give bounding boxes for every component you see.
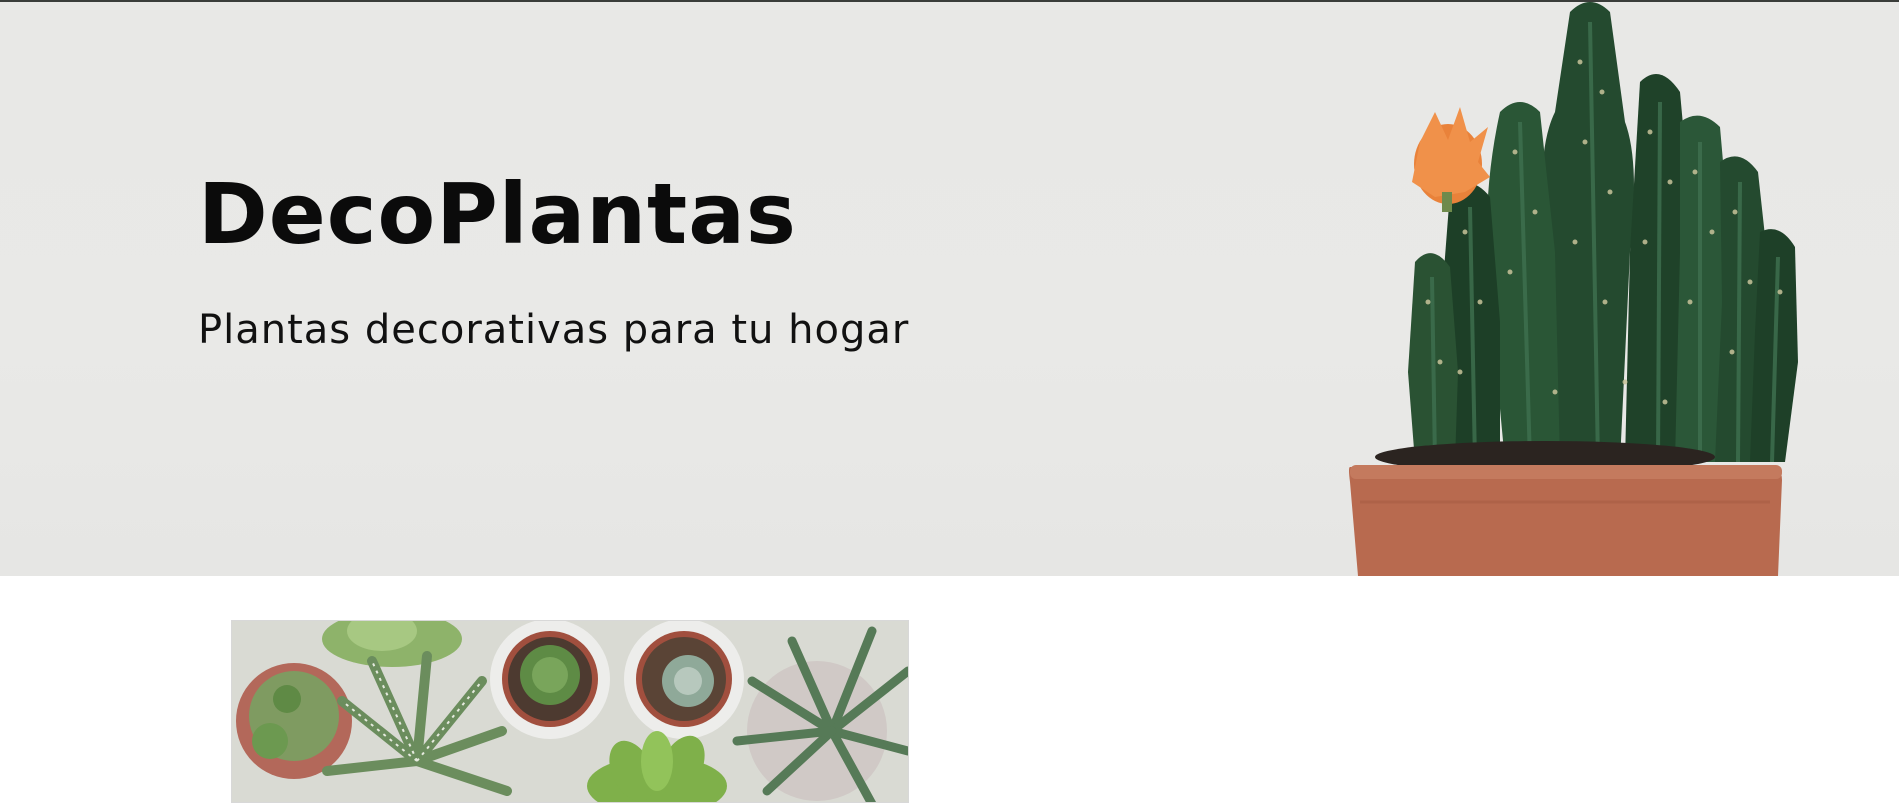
site-title: DecoPlantas — [198, 165, 797, 263]
hero-banner: DecoPlantas Plantas decorativas para tu … — [0, 2, 1899, 576]
succulents-image — [231, 620, 909, 803]
site-tagline: Plantas decorativas para tu hogar — [198, 307, 910, 353]
cactus-in-terracotta-pot-icon — [1349, 2, 1798, 576]
succulents-in-pots-icon — [232, 621, 908, 802]
